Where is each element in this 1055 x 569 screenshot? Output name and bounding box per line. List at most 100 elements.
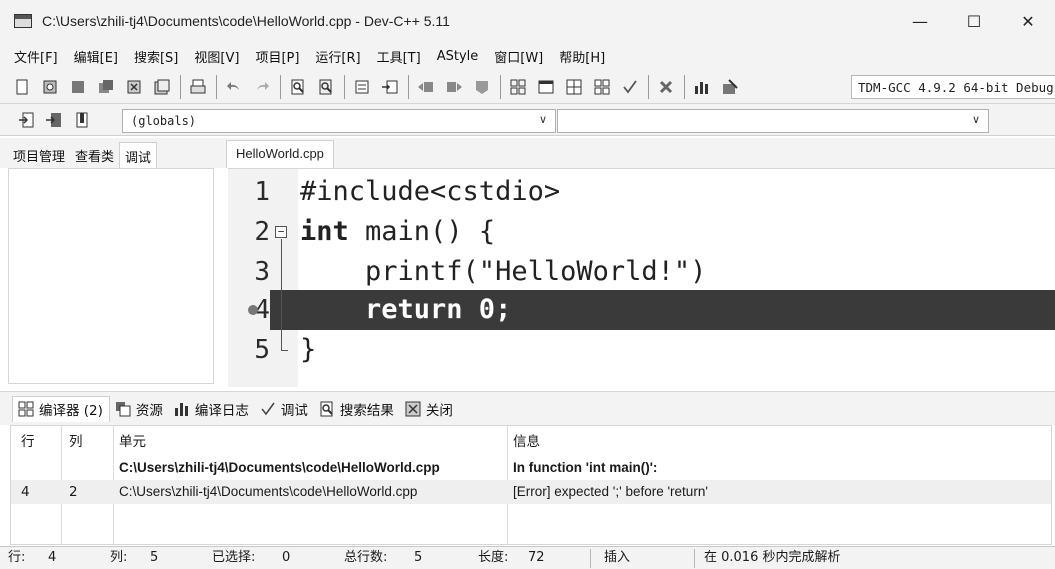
header-unit[interactable]: 单元	[113, 428, 507, 456]
profile-icon[interactable]	[690, 75, 714, 99]
menu-file[interactable]: 文件[F]	[6, 47, 66, 66]
save-all-icon[interactable]	[94, 75, 118, 99]
status-line-label: 行:	[8, 550, 26, 565]
open-project-icon[interactable]	[38, 75, 62, 99]
window-controls: — ☐ ✕	[893, 0, 1055, 42]
grid-icon	[17, 401, 35, 417]
status-total-label: 总行数:	[344, 550, 388, 565]
tab-label: 资源	[135, 402, 163, 419]
toggle-bookmark-icon[interactable]	[378, 75, 402, 99]
error-marker-icon	[248, 305, 258, 315]
app-icon	[14, 14, 32, 28]
code-line: 5 }	[228, 330, 1055, 370]
tab-compiler[interactable]: 编译器 (2)	[12, 395, 110, 422]
unindent-icon[interactable]	[442, 75, 466, 99]
comment-icon[interactable]	[470, 75, 494, 99]
tab-label: 关闭	[425, 402, 453, 419]
profile-delete-icon[interactable]	[718, 75, 742, 99]
code-line: 1 #include<cstdio>	[228, 172, 1055, 212]
menu-edit[interactable]: 编辑[E]	[66, 47, 126, 66]
close-all-icon[interactable]	[150, 75, 174, 99]
cell-unit: C:\Users\zhili-tj4\Documents\code\HelloW…	[119, 460, 440, 475]
bar-chart-icon	[173, 401, 191, 417]
insert-icon[interactable]	[14, 108, 38, 132]
tab-label: 调试	[280, 402, 308, 419]
header-line[interactable]: 行	[11, 428, 61, 456]
tab-search-results[interactable]: 搜索结果	[314, 396, 400, 422]
compiler-select[interactable]: TDM-GCC 4.9.2 64-bit Debug	[851, 75, 1055, 99]
code-rest: main() {	[348, 216, 496, 247]
indent-icon[interactable]	[414, 75, 438, 99]
tab-label: 编译日志	[194, 402, 249, 419]
new-file-icon[interactable]	[10, 75, 34, 99]
code-line: 3 printf("HelloWorld!")	[228, 252, 1055, 292]
status-col-value: 5	[150, 550, 159, 565]
resources-icon	[114, 401, 132, 417]
close-button[interactable]: ✕	[1001, 0, 1055, 42]
header-info[interactable]: 信息	[507, 428, 1051, 456]
code-text: printf("HelloWorld!")	[300, 256, 707, 287]
find-icon[interactable]	[286, 75, 310, 99]
status-length-value: 72	[528, 550, 545, 565]
close-file-icon[interactable]	[122, 75, 146, 99]
status-length-label: 长度:	[478, 550, 509, 565]
toggle-breakpoint-icon[interactable]	[42, 108, 66, 132]
maximize-button[interactable]: ☐	[947, 0, 1001, 42]
status-parse-info: 在 0.016 秒内完成解析	[704, 550, 841, 565]
syntax-check-icon[interactable]	[618, 75, 642, 99]
code-text: }	[300, 334, 317, 365]
tab-debug[interactable]: 调试	[119, 142, 158, 168]
editor-tab-bar: HelloWorld.cpp	[222, 138, 1055, 168]
chevron-down-icon[interactable]: ∨	[539, 113, 547, 126]
compile-run-icon[interactable]	[562, 75, 586, 99]
fold-end-marker	[281, 350, 288, 351]
tab-debug-output[interactable]: 调试	[255, 396, 314, 422]
code-editor[interactable]: 1 #include<cstdio> 2 int main() { 3 prin…	[228, 168, 1055, 387]
compile-icon[interactable]	[506, 75, 530, 99]
menu-search[interactable]: 搜索[S]	[126, 47, 186, 66]
scope-combobox[interactable]: (globals) ∨	[122, 109, 556, 133]
print-icon[interactable]	[186, 75, 210, 99]
member-combobox[interactable]: ∨	[557, 109, 989, 133]
menu-run[interactable]: 运行[R]	[307, 47, 368, 66]
menu-project[interactable]: 项目[P]	[247, 47, 307, 66]
menu-astyle[interactable]: AStyle	[429, 49, 487, 64]
secondary-toolbar: (globals) ∨ ∨	[0, 104, 1055, 136]
check-icon	[259, 401, 277, 417]
save-icon[interactable]	[66, 75, 90, 99]
menu-window[interactable]: 窗口[W]	[486, 47, 551, 66]
table-header: 行 列 单元 信息	[11, 428, 1051, 456]
status-bar: 行: 4 列: 5 已选择: 0 总行数: 5 长度: 72 插入 在 0.01…	[0, 546, 1055, 569]
rebuild-icon[interactable]	[590, 75, 614, 99]
tab-close-panel[interactable]: 关闭	[400, 396, 459, 422]
replace-icon[interactable]	[314, 75, 338, 99]
menu-help[interactable]: 帮助[H]	[551, 47, 613, 66]
chevron-down-icon[interactable]: ∨	[972, 113, 980, 126]
keyword: int	[300, 216, 349, 247]
bookmark-icon[interactable]	[70, 108, 94, 132]
stop-execution-icon[interactable]	[654, 75, 678, 99]
tab-compile-log[interactable]: 编译日志	[169, 396, 255, 422]
goto-line-icon[interactable]	[350, 75, 374, 99]
fold-collapse-icon[interactable]: −	[275, 226, 287, 238]
menu-tools[interactable]: 工具[T]	[369, 47, 429, 66]
redo-icon[interactable]	[250, 75, 274, 99]
undo-icon[interactable]	[222, 75, 246, 99]
table-row[interactable]: 4 2 C:\Users\zhili-tj4\Documents\code\He…	[11, 480, 1051, 504]
tab-class-browser[interactable]: 查看类	[70, 142, 119, 168]
header-col[interactable]: 列	[61, 428, 113, 456]
tab-project-manager[interactable]: 项目管理	[8, 142, 70, 168]
main-toolbar: TDM-GCC 4.9.2 64-bit Debug	[0, 70, 1055, 104]
cell-info: In function 'int main()':	[513, 460, 658, 475]
line-number: 5	[254, 335, 270, 365]
tab-resources[interactable]: 资源	[110, 396, 169, 422]
minimize-button[interactable]: —	[893, 0, 947, 42]
table-row[interactable]: C:\Users\zhili-tj4\Documents\code\HelloW…	[11, 456, 1051, 480]
menu-view[interactable]: 视图[V]	[186, 47, 247, 66]
line-number: 3	[254, 257, 270, 287]
scope-value: (globals)	[131, 114, 197, 128]
run-icon[interactable]	[534, 75, 558, 99]
status-total-value: 5	[414, 550, 423, 565]
status-line-value: 4	[48, 550, 57, 565]
editor-tab-file[interactable]: HelloWorld.cpp	[226, 140, 334, 168]
